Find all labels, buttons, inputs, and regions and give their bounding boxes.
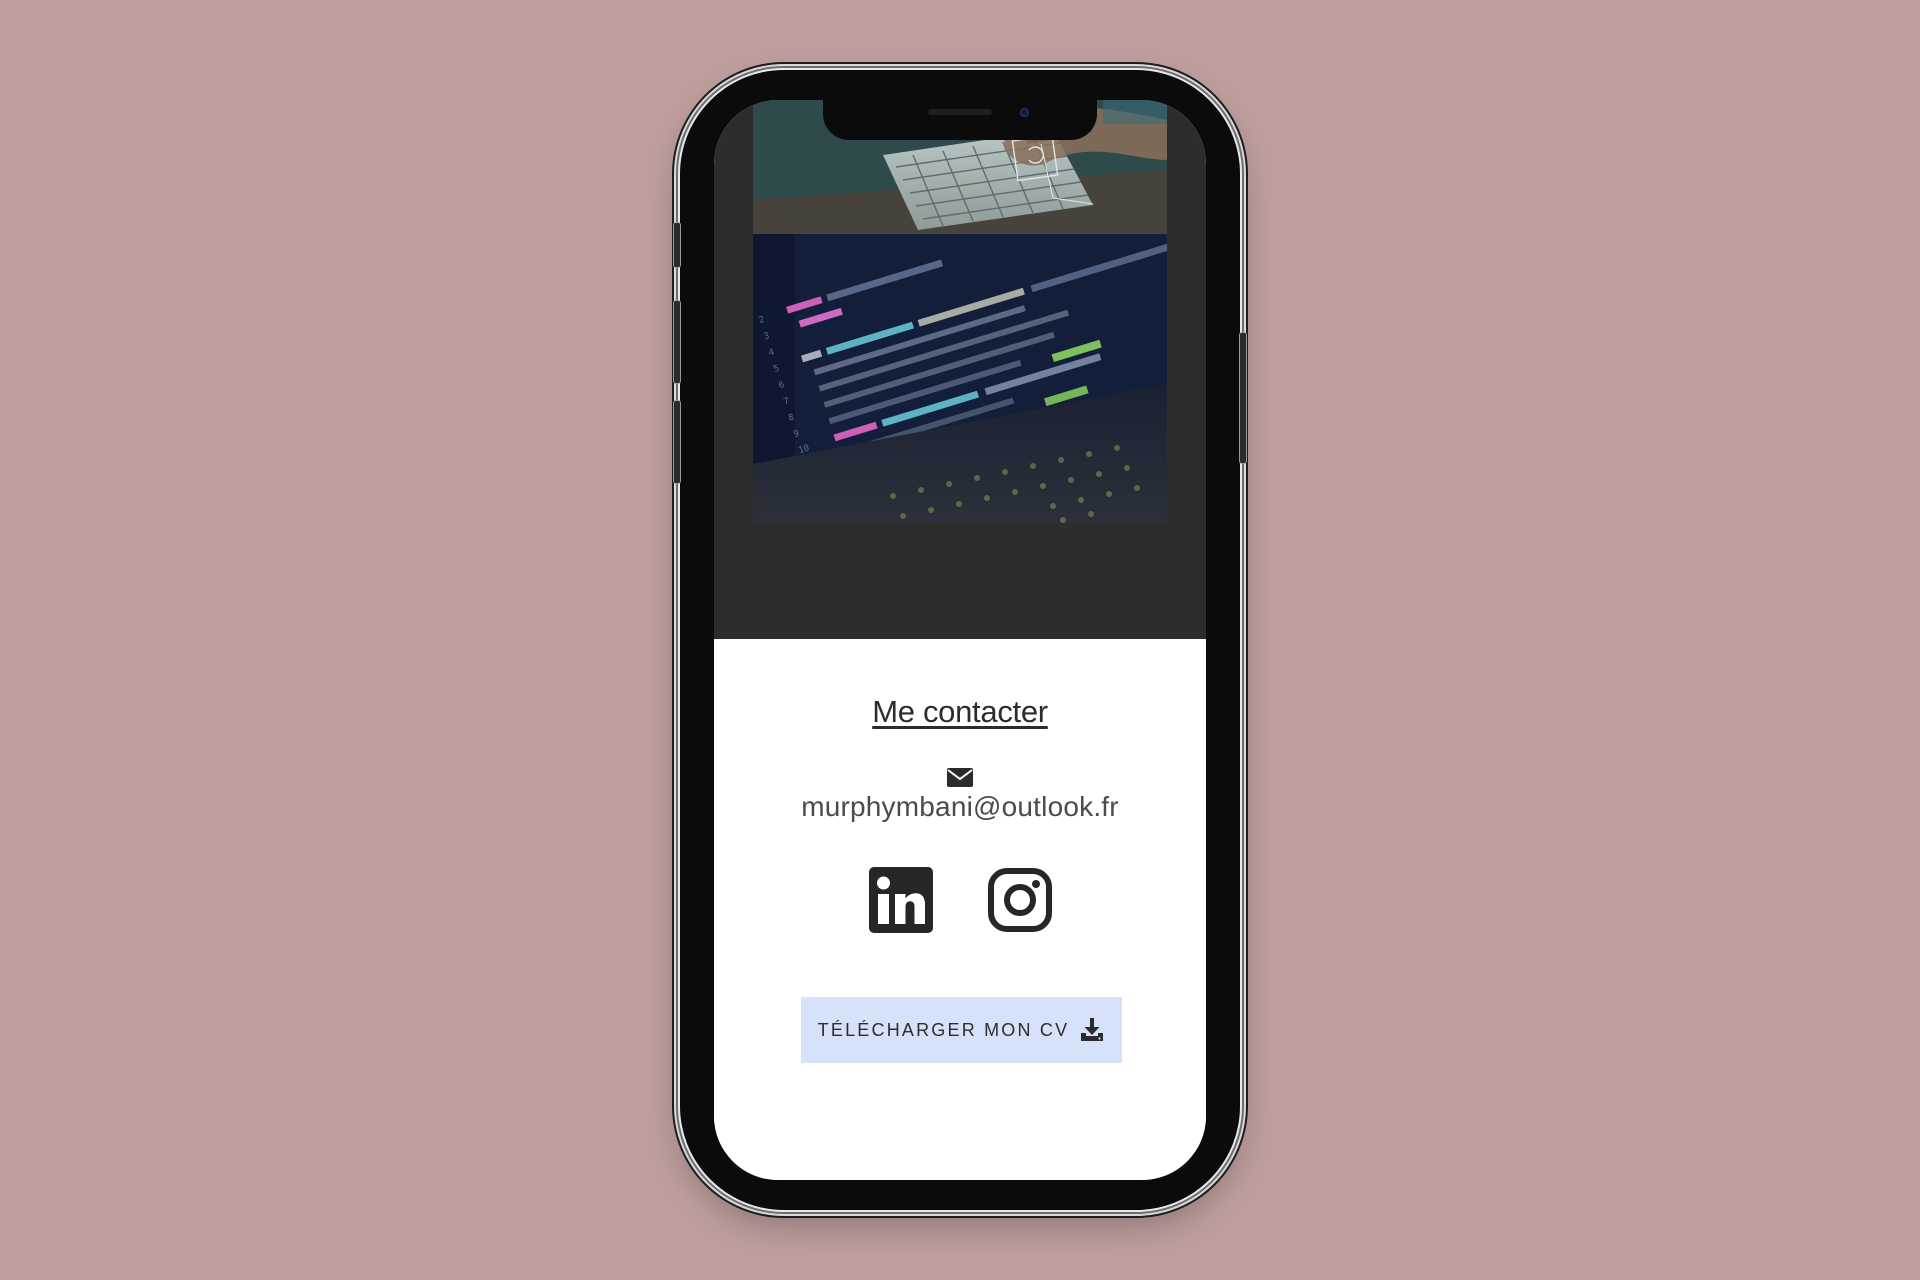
download-icon [1081,1018,1104,1041]
front-camera [1020,108,1029,117]
portfolio-section: 234 567 8 9 10 [714,100,1206,639]
phone-mockup: 234 567 8 9 10 Me contacter murphymbani@… [673,70,1247,1210]
contact-title: Me contacter [872,694,1048,729]
speaker-grille [928,109,992,115]
phone-notch [823,100,1097,140]
volume-up-button [673,300,681,384]
volume-down-button [673,400,681,484]
instagram-link[interactable] [987,867,1053,933]
download-cv-button[interactable]: TÉLÉCHARGER MON CV [801,997,1122,1063]
phone-screen: 234 567 8 9 10 Me contacter murphymbani@… [714,100,1206,1180]
power-button [1239,332,1247,464]
linkedin-link[interactable] [869,867,933,933]
instagram-icon [988,868,1052,932]
linkedin-icon [869,867,933,933]
social-links [714,867,1206,933]
code-laptop-image: 234 567 8 9 10 [753,234,1167,523]
code-editor-illustration: 234 567 8910 [753,234,1167,523]
contact-section: Me contacter murphymbani@outlook.fr TÉLÉ… [714,639,1206,1180]
email-address[interactable]: murphymbani@outlook.fr [714,791,1206,823]
download-cv-label: TÉLÉCHARGER MON CV [817,1019,1070,1040]
silent-switch [673,222,681,268]
envelope-icon [947,768,973,787]
